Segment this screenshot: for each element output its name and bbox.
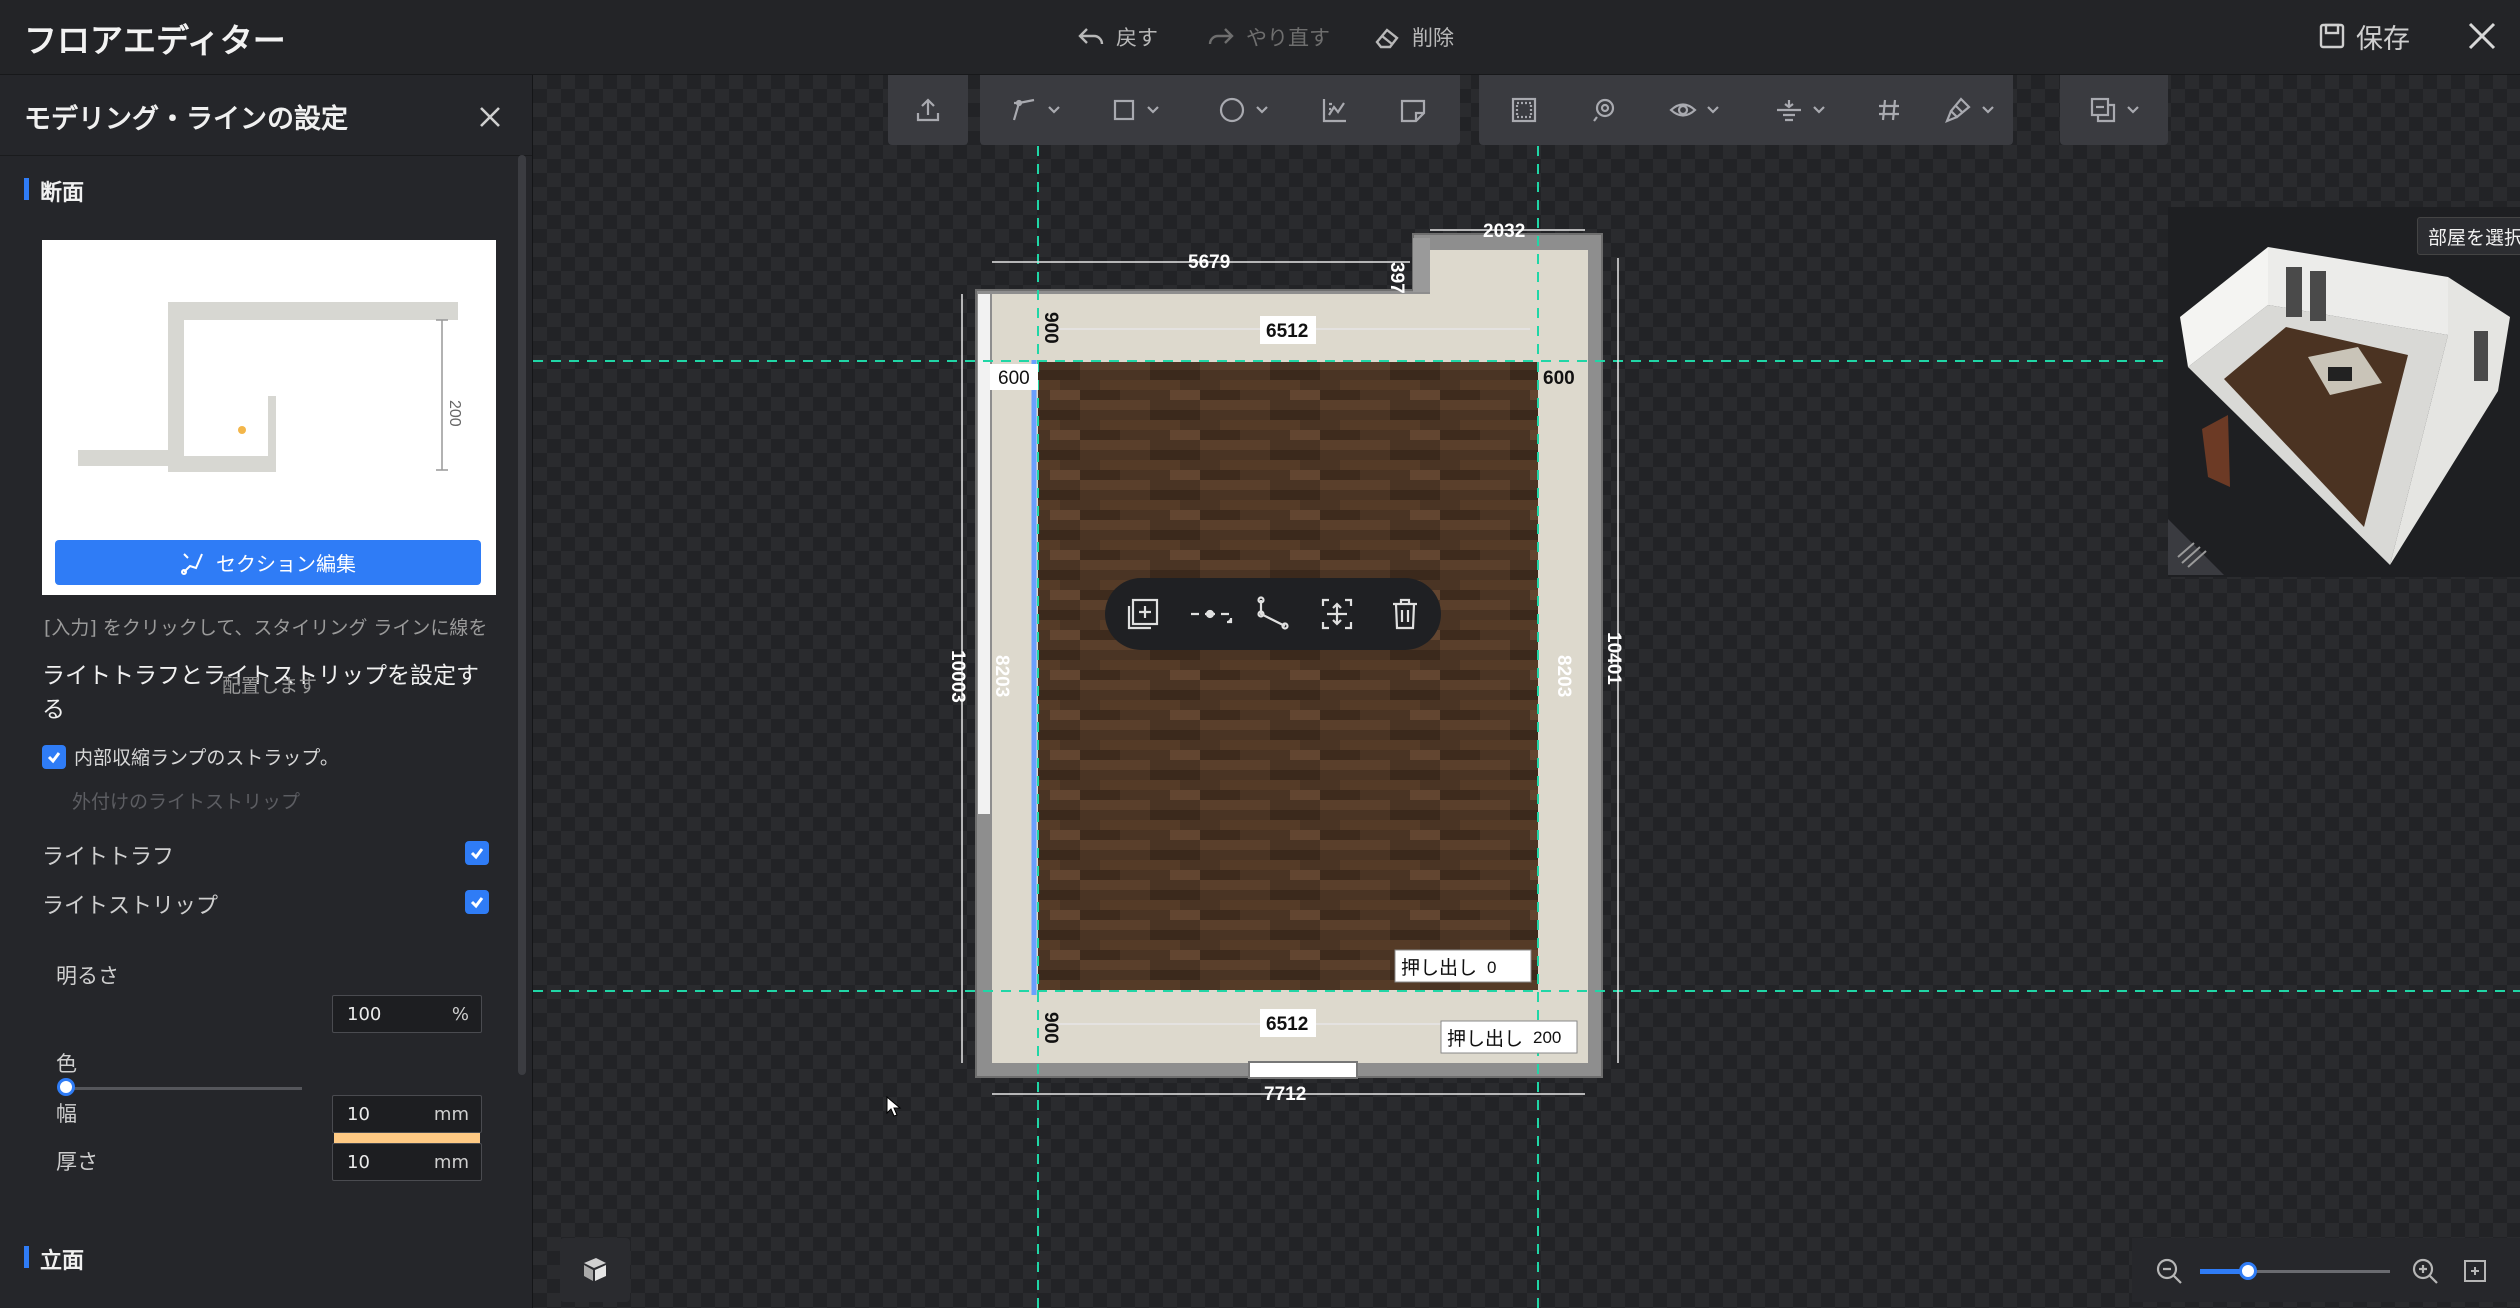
fit-view-icon[interactable] (2462, 1258, 2488, 1284)
duplicate-room-button[interactable] (1123, 594, 1163, 634)
extrude-value-1: 0 (1487, 958, 1496, 977)
dim-top-offset: 900 (1040, 312, 1061, 344)
room-3d-render (2168, 247, 2510, 575)
floor-plan[interactable]: 5679 2032 397 6512 6512 7712 10003 10401… (0, 0, 2520, 1308)
door-opening[interactable] (1248, 1061, 1358, 1079)
cube-icon (584, 1258, 606, 1281)
dim-top-left: 5679 (1188, 252, 1230, 273)
mouse-cursor-icon (886, 1096, 902, 1117)
zoom-out-icon[interactable] (2154, 1256, 2184, 1286)
margin-right: 600 (1543, 368, 1575, 389)
extrude-value-2: 200 (1533, 1028, 1561, 1047)
delete-room-button[interactable] (1385, 594, 1425, 634)
extrude-label-2: 押し出し (1447, 1028, 1523, 1050)
view-3d-button[interactable] (560, 1238, 630, 1302)
dim-inner-top: 6512 (1266, 321, 1308, 342)
dim-notch: 397 (1386, 262, 1407, 294)
dim-left-outer: 10003 (947, 650, 968, 703)
room-3d-preview[interactable] (2168, 207, 2520, 577)
extrude-field-2[interactable]: 押し出し 200 (1440, 1020, 1578, 1054)
zoom-in-icon[interactable] (2410, 1256, 2440, 1286)
margin-left: 600 (998, 368, 1030, 389)
split-line-button[interactable] (1185, 594, 1235, 634)
dim-right-inner: 8203 (1553, 655, 1574, 697)
zoom-slider-handle[interactable] (2238, 1262, 2257, 1280)
edit-corner-button[interactable] (1253, 594, 1293, 634)
wall-notch (1413, 238, 1430, 292)
dim-inner-bottom: 6512 (1266, 1014, 1308, 1035)
polyline-icon (1257, 596, 1289, 630)
select-room-button[interactable]: 部屋を選択 (2417, 217, 2520, 255)
split-line-icon (1191, 609, 1233, 624)
focus-target-icon (1321, 598, 1353, 630)
dim-top-right: 2032 (1483, 221, 1525, 242)
left-wall-opening (978, 294, 990, 814)
zoom-controls (2132, 1238, 2520, 1302)
extrude-field-1[interactable]: 押し出し 0 (1394, 949, 1532, 983)
dim-bottom-offset: 900 (1040, 1012, 1061, 1044)
extrude-label-1: 押し出し (1401, 957, 1477, 979)
room-context-toolbar (1105, 578, 1441, 650)
copy-add-icon (1127, 598, 1159, 630)
dim-left-inner: 8203 (991, 655, 1012, 697)
dim-bottom: 7712 (1264, 1084, 1306, 1105)
dim-right-outer: 10401 (1603, 632, 1624, 685)
wood-floor-region[interactable] (1038, 362, 1538, 990)
focus-room-button[interactable] (1317, 594, 1357, 634)
trash-icon (1393, 598, 1417, 630)
